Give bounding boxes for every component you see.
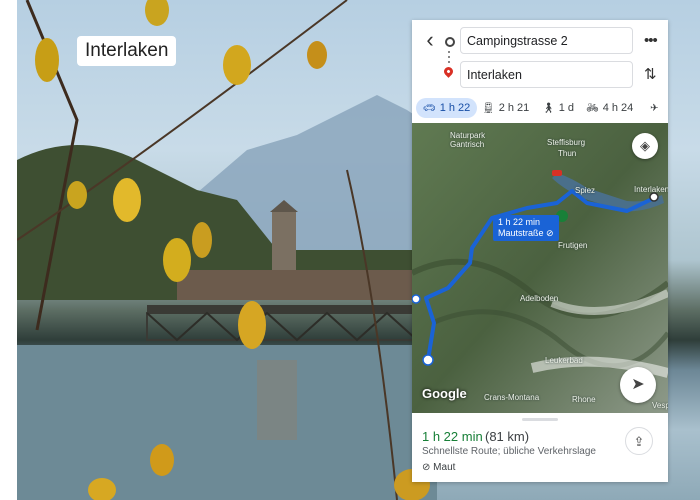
destination-pin-icon <box>442 65 455 78</box>
route-map[interactable]: Naturpark Gantrisch Steffisburg Thun Spi… <box>412 123 668 413</box>
more-options-icon[interactable]: ••• <box>644 32 658 49</box>
plane-icon: ✈ <box>650 103 659 114</box>
map-label-interlaken: Interlaken <box>634 185 668 194</box>
map-label-vesp: Vesp <box>652 401 668 410</box>
walk-icon: 🚶︎ <box>542 103 555 114</box>
map-label-steffisburg: Steffisburg <box>547 138 586 147</box>
route-subtitle: Schnellste Route; übliche Verkehrslage <box>422 446 596 457</box>
map-label-thun: Thun <box>558 149 577 158</box>
route-distance: (81 km) <box>485 429 530 444</box>
google-logo: Google <box>422 386 467 401</box>
map-label-spiez: Spiez <box>575 186 596 195</box>
share-icon[interactable]: ⇪ <box>625 427 653 455</box>
layers-icon[interactable]: ◈ <box>632 133 658 159</box>
origin-dot-icon <box>445 37 455 47</box>
mode-bike-tab[interactable]: 🚲︎ 4 h 24 <box>586 98 633 118</box>
route-summary-sheet[interactable]: 1 h 22 min (81 km) Schnellste Route; übl… <box>412 413 668 482</box>
place-label: Interlaken <box>77 36 177 66</box>
route-time-badge[interactable]: 1 h 22 min Mautstraße ⊘ <box>493 215 559 241</box>
mode-flight-tab[interactable]: ✈ <box>650 98 662 118</box>
navigate-arrow-icon[interactable]: ➤ <box>620 367 656 403</box>
map-label-rhone: Rhone <box>572 395 596 404</box>
origin-field[interactable]: Campingstrasse 2 <box>460 27 633 54</box>
map-label-crans-montana: Crans-Montana <box>484 393 540 402</box>
transit-icon: 🚆︎ <box>482 103 495 114</box>
toll-icon: ⊘ <box>546 228 554 238</box>
back-arrow-icon[interactable]: ‹ <box>420 29 440 52</box>
bike-icon: 🚲︎ <box>586 103 599 114</box>
map-label-leukerbad: Leukerbad <box>545 356 583 365</box>
swap-icon[interactable]: ⇅ <box>644 65 657 83</box>
car-icon: 🚗︎ <box>423 103 436 114</box>
map-label-frutigen: Frutigen <box>558 241 588 250</box>
mode-car-tab[interactable]: 🚗︎ 1 h 22 <box>416 98 478 118</box>
toll-info: ⊘ Maut <box>422 462 456 473</box>
map-label-adelboden: Adelboden <box>520 294 559 303</box>
map-label-naturpark: Naturpark Gantrisch <box>450 131 486 149</box>
maps-directions-card: ‹ Campingstrasse 2 Interlaken ••• ⇅ 🚗︎ 1 … <box>412 20 668 482</box>
travel-mode-bar: 🚗︎ 1 h 22 🚆︎ 2 h 21 🚶︎ 1 d 🚲︎ 4 h 24 ✈ <box>412 96 668 120</box>
route-duration: 1 h 22 min <box>422 429 483 444</box>
mode-walk-tab[interactable]: 🚶︎ 1 d <box>542 98 574 118</box>
destination-field[interactable]: Interlaken <box>460 61 633 88</box>
sheet-drag-handle[interactable] <box>522 418 558 421</box>
toll-icon: ⊘ <box>422 462 431 473</box>
route-dots-icon <box>448 51 450 65</box>
mode-transit-tab[interactable]: 🚆︎ 2 h 21 <box>482 98 529 118</box>
